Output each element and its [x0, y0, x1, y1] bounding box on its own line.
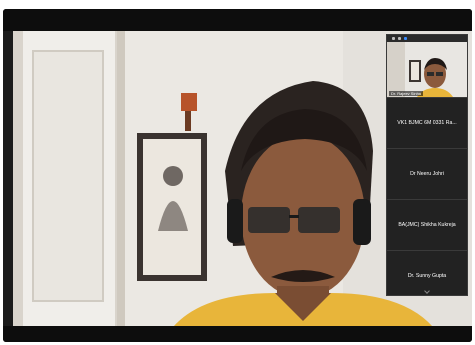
participant-name: VK1 BJMC 6M 0331 Ra...: [397, 120, 457, 126]
self-video-tile[interactable]: Dr. Rajeev Sinha: [387, 42, 467, 97]
participant-tile[interactable]: Dr Neeru Johri: [387, 148, 467, 199]
view-icon[interactable]: [398, 37, 401, 40]
menu-icon[interactable]: [392, 37, 395, 40]
participant-tile[interactable]: VK1 BJMC 6M 0331 Ra...: [387, 97, 467, 148]
chevron-down-icon: [424, 288, 430, 294]
self-name-label: Dr. Rajeev Sinha: [389, 91, 424, 96]
video-icon[interactable]: [404, 37, 407, 40]
self-video-thumbnail: [387, 42, 467, 97]
participant-tile[interactable]: BA(JMC) Shikha Kukreja: [387, 199, 467, 250]
participant-name: Dr Neeru Johri: [410, 171, 444, 177]
top-bar: [3, 9, 472, 31]
participant-name: BA(JMC) Shikha Kukreja: [398, 222, 456, 228]
participant-gallery-panel: Dr. Rajeev Sinha VK1 BJMC 6M 0331 Ra... …: [386, 34, 468, 296]
gallery-scroll-button[interactable]: [387, 288, 467, 295]
participant-name: Dr. Sunny Gupta: [407, 273, 447, 279]
gallery-toolbar: [387, 35, 467, 42]
bottom-bar: [3, 326, 472, 342]
video-call-window: Dr. Rajeev Sinha VK1 BJMC 6M 0331 Ra... …: [3, 9, 472, 342]
